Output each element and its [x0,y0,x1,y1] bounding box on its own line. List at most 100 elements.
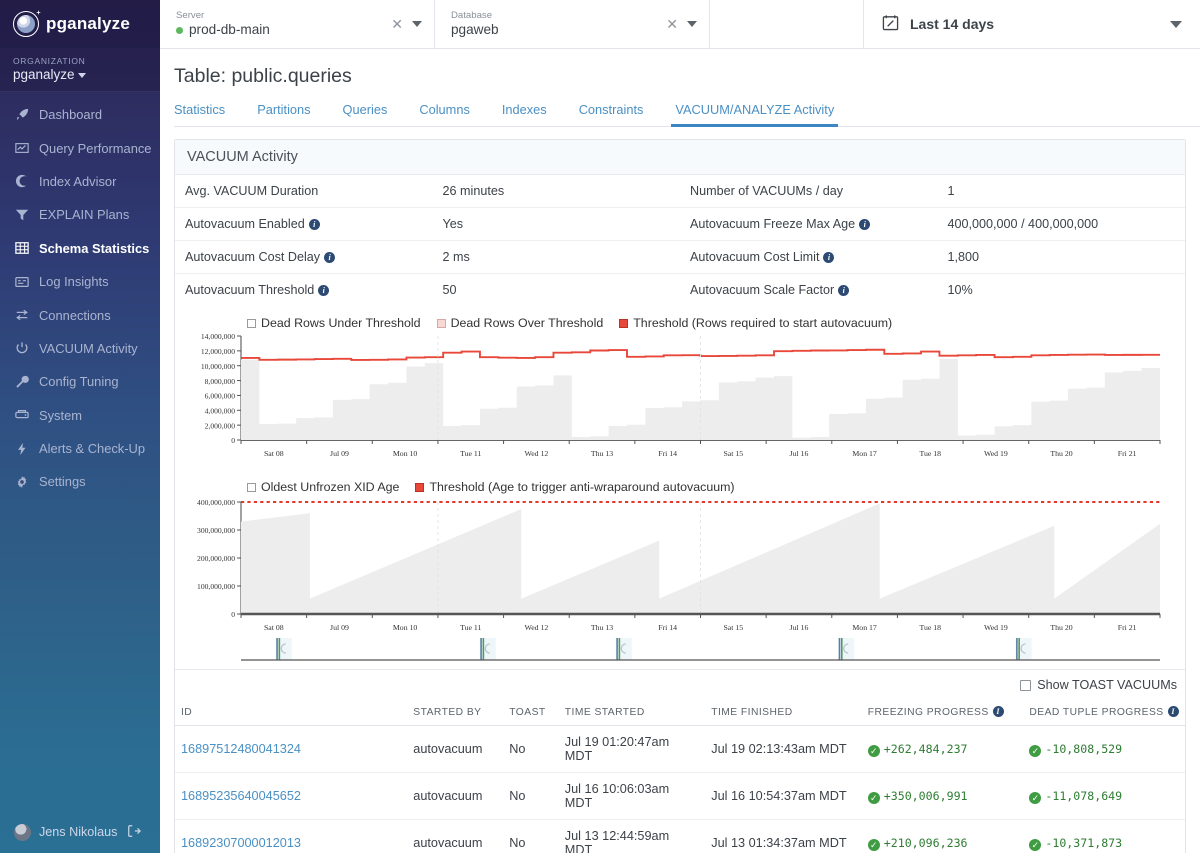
column-header-label: TOAST [509,707,545,718]
sidebar-item-index-advisor[interactable]: Index Advisor [0,165,160,198]
legend-item[interactable]: Oldest Unfrozen XID Age [247,480,399,494]
database-selector[interactable]: Database pgaweb ✕ [435,0,710,48]
column-header-time-started[interactable]: TIME STARTED [559,700,705,726]
sidebar-item-explain-plans[interactable]: EXPLAIN Plans [0,198,160,231]
sidebar-item-alerts-check-up[interactable]: Alerts & Check-Up [0,432,160,465]
brand[interactable]: pganalyze [0,0,160,48]
sidebar-nav: DashboardQuery PerformanceIndex Advisor E… [0,98,160,499]
organization-switcher[interactable]: ORGANIZATION pganalyze [0,48,160,92]
organization-label: ORGANIZATION [13,56,147,66]
svg-text:Sat 15: Sat 15 [723,623,743,632]
check-circle-icon: ✓ [1029,839,1041,851]
info-icon[interactable]: i [1168,706,1179,717]
svg-text:8,000,000: 8,000,000 [205,377,236,386]
legend-item[interactable]: Threshold (Rows required to start autova… [619,316,892,330]
date-range-chevron-down-icon[interactable] [1170,21,1182,28]
freezing-progress-value: +210,096,236 [884,836,968,850]
arrows-exchange-icon [14,308,29,323]
tab-vacuum-analyze-activity[interactable]: VACUUM/ANALYZE Activity [675,102,850,126]
column-header-label: ID [181,707,192,718]
legend-label: Dead Rows Over Threshold [451,316,604,330]
vacuum-run-id-link[interactable]: 16895235640045652 [181,789,301,803]
info-icon[interactable]: i [838,285,849,296]
tab-statistics[interactable]: Statistics [174,102,241,126]
column-header-freezing-progress[interactable]: FREEZING PROGRESSi [862,700,1024,726]
database-clear-icon[interactable]: ✕ [666,17,678,31]
setting-key: Autovacuum Cost Limiti [680,241,938,274]
svg-text:Mon 10: Mon 10 [393,449,418,458]
server-selector[interactable]: Server prod-db-main ✕ [160,0,435,48]
database-chevron-down-icon[interactable] [687,21,697,27]
show-toast-vacuums-checkbox[interactable] [1020,680,1031,691]
setting-key: Autovacuum Scale Factori [680,274,938,307]
page-title: Table: public.queries [174,65,1200,88]
check-circle-icon: ✓ [1029,792,1041,804]
info-icon[interactable]: i [324,252,335,263]
column-header-toast[interactable]: TOAST [503,700,559,726]
sidebar-item-system[interactable]: System [0,399,160,432]
svg-text:Jul 09: Jul 09 [330,449,349,458]
legend-item[interactable]: Threshold (Age to trigger anti-wraparoun… [415,480,734,494]
svg-text:Mon 17: Mon 17 [852,449,877,458]
vacuum-event-marker [276,638,292,660]
tab-partitions[interactable]: Partitions [257,102,326,126]
check-circle-icon: ✓ [868,792,880,804]
column-header-started-by[interactable]: STARTED BY [407,700,503,726]
tab-constraints[interactable]: Constraints [579,102,660,126]
log-card-icon [14,274,29,289]
logout-icon[interactable] [127,824,141,841]
column-header-time-finished[interactable]: TIME FINISHED [705,700,862,726]
info-icon[interactable]: i [309,219,320,230]
legend-item[interactable]: Dead Rows Over Threshold [437,316,604,330]
tab-indexes[interactable]: Indexes [502,102,563,126]
tab-queries[interactable]: Queries [343,102,404,126]
date-range-selector[interactable]: Last 14 days [864,0,1200,48]
dead-tuple-progress-value: -10,371,873 [1045,836,1122,850]
sidebar-item-label: EXPLAIN Plans [39,207,129,222]
info-icon[interactable]: i [823,252,834,263]
sidebar-item-dashboard[interactable]: Dashboard [0,98,160,131]
sidebar-item-label: Log Insights [39,274,109,289]
chart-line-icon [14,141,29,156]
column-header-label: TIME STARTED [565,707,645,718]
sidebar-item-query-performance[interactable]: Query Performance [0,131,160,164]
sidebar-item-log-insights[interactable]: Log Insights [0,265,160,298]
svg-text:Tue 11: Tue 11 [460,623,481,632]
info-icon[interactable]: i [859,219,870,230]
sidebar-item-schema-statistics[interactable]: Schema Statistics [0,232,160,265]
setting-value-text: 1,800 [948,250,980,264]
show-toast-vacuums-label: Show TOAST VACUUMs [1037,678,1177,692]
sidebar-item-config-tuning[interactable]: Config Tuning [0,365,160,398]
table-row: 16892307000012013autovacuumNoJul 13 12:4… [175,820,1185,853]
page-header: Table: public.queries Statistics Partitio… [160,49,1200,127]
info-icon[interactable]: i [993,706,1004,717]
setting-value: Yes [433,208,680,241]
wrench-icon [14,374,29,389]
info-icon[interactable]: i [318,285,329,296]
svg-text:4,000,000: 4,000,000 [205,406,236,415]
sidebar-item-label: Config Tuning [39,374,119,389]
sidebar-item-vacuum-activity[interactable]: VACUUM Activity [0,332,160,365]
tab-columns[interactable]: Columns [419,102,486,126]
sidebar-item-connections[interactable]: Connections [0,298,160,331]
vacuum-run-id-link[interactable]: 16892307000012013 [181,836,301,850]
chart2-legend: Oldest Unfrozen XID Age Threshold (Age to… [175,480,1185,494]
svg-text:100,000,000: 100,000,000 [197,582,235,591]
show-toast-vacuums-toggle[interactable]: Show TOAST VACUUMs [1020,678,1177,692]
user-row[interactable]: Jens Nikolaus [0,811,160,853]
column-header-id[interactable]: ID [175,700,407,726]
setting-key-text: Number of VACUUMs / day [690,184,843,198]
legend-label: Threshold (Age to trigger anti-wraparoun… [429,480,734,494]
vacuum-run-id-link[interactable]: 16897512480041324 [181,742,301,756]
column-header-label: STARTED BY [413,707,481,718]
server-icon [14,408,29,423]
svg-text:400,000,000: 400,000,000 [197,498,235,507]
sidebar-item-settings[interactable]: Settings [0,465,160,498]
time-finished-cell: Jul 13 01:34:37am MDT [705,820,862,853]
server-chevron-down-icon[interactable] [412,21,422,27]
svg-text:Fri 14: Fri 14 [658,449,677,458]
server-clear-icon[interactable]: ✕ [391,17,403,31]
legend-swatch-icon [415,483,424,492]
column-header-dead-tuple-progress[interactable]: DEAD TUPLE PROGRESSi [1023,700,1185,726]
legend-item[interactable]: Dead Rows Under Threshold [247,316,421,330]
